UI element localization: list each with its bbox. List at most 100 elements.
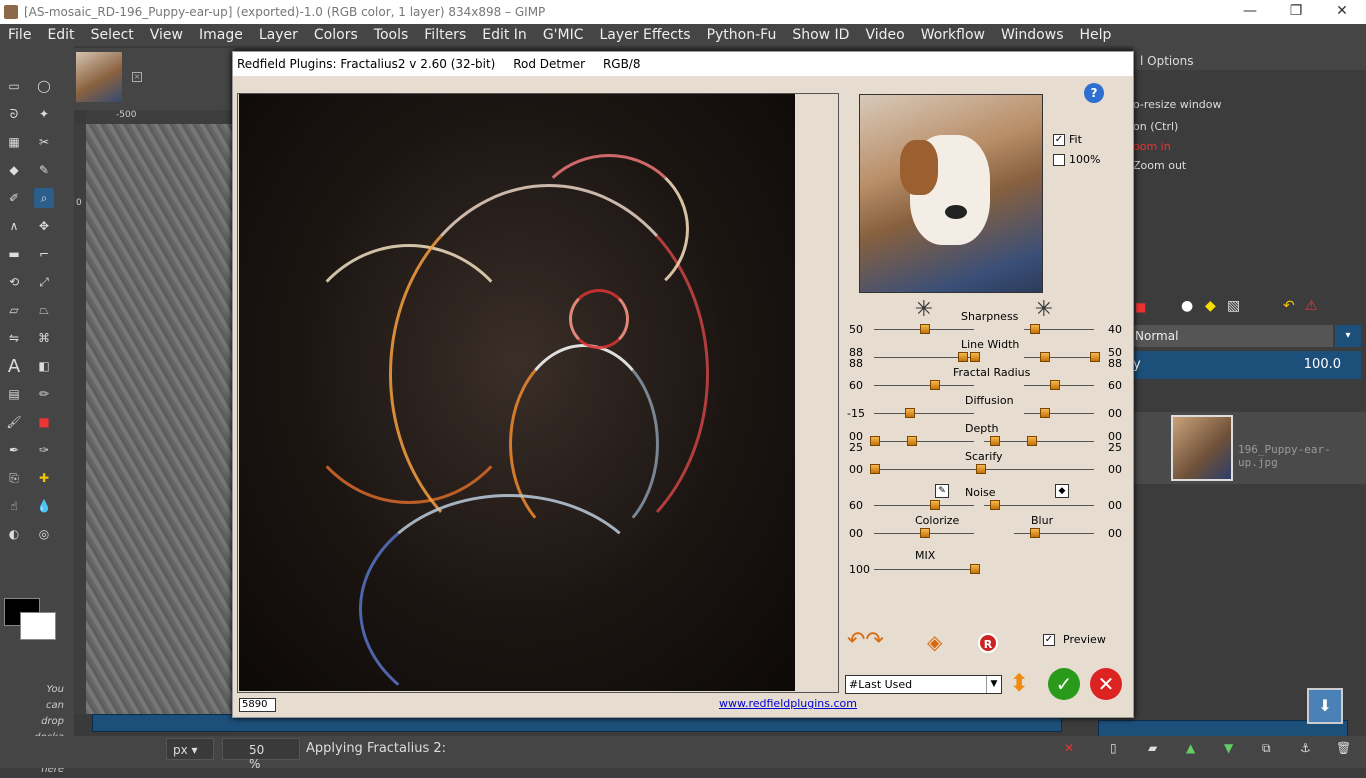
preview-image[interactable] <box>239 94 795 724</box>
undo-icon[interactable]: ↶ <box>1283 298 1295 314</box>
paths-icon[interactable]: ✎ <box>34 160 54 180</box>
dodge-icon[interactable]: ◐ <box>4 524 24 544</box>
fuzzy-select-icon[interactable]: ✦ <box>34 104 54 124</box>
seed-field[interactable]: 5890 <box>239 698 276 712</box>
rotate-icon[interactable]: ⟲ <box>4 272 24 292</box>
duplicate-icon[interactable]: ⧉ <box>1262 738 1271 760</box>
fractal-radius-slider-right[interactable] <box>1050 380 1060 390</box>
ink-icon[interactable]: ✑ <box>34 440 54 460</box>
menu-python-fu[interactable]: Python-Fu <box>699 27 785 43</box>
delete-layer-icon[interactable]: 🗑 <box>1336 738 1351 760</box>
close-button[interactable]: ✕ <box>1319 0 1365 24</box>
color-picker-icon[interactable]: ✐ <box>4 188 24 208</box>
unit-select[interactable]: px ▾ <box>166 738 214 760</box>
gradient-small-icon[interactable]: ▧ <box>1227 298 1240 314</box>
flip-icon[interactable]: ⇋ <box>4 328 24 348</box>
zoom-icon[interactable]: ⌕ <box>34 188 54 208</box>
new-layer-icon[interactable]: ▯ <box>1110 738 1117 760</box>
layer-mode-select[interactable]: Normal <box>1133 325 1333 347</box>
menu-layer-effects[interactable]: Layer Effects <box>592 27 699 43</box>
preview-checkbox[interactable]: ✓ <box>1043 634 1055 646</box>
noise-slider-left[interactable] <box>930 500 940 510</box>
sharpness-slider-left[interactable] <box>920 324 930 334</box>
scarify-slider-left[interactable] <box>870 464 880 474</box>
color-tool-icon[interactable]: ◎ <box>34 524 54 544</box>
scissors-icon[interactable]: ✂ <box>34 132 54 152</box>
depth-slider-4[interactable] <box>1027 436 1037 446</box>
minimize-button[interactable]: — <box>1227 0 1273 24</box>
gradient-icon[interactable]: ▤ <box>4 384 24 404</box>
menu-layer[interactable]: Layer <box>251 27 306 43</box>
diffusion-slider-right[interactable] <box>1040 408 1050 418</box>
blur-slider[interactable] <box>1030 528 1040 538</box>
depth-slider-1[interactable] <box>870 436 880 446</box>
pencil-icon[interactable]: ✏ <box>34 384 54 404</box>
menu-video[interactable]: Video <box>857 27 912 43</box>
menu-colors[interactable]: Colors <box>306 27 366 43</box>
option-resize-window[interactable]: o-resize window <box>1133 98 1222 111</box>
ellipse-select-icon[interactable]: ◯ <box>34 76 54 96</box>
tool-options-tab[interactable]: l Options <box>1133 46 1366 70</box>
menu-workflow[interactable]: Workflow <box>913 27 993 43</box>
option-zoom-in[interactable]: oom in <box>1133 140 1171 153</box>
yellow-icon[interactable]: ◆ <box>1205 298 1216 314</box>
menu-edit[interactable]: Edit <box>39 27 82 43</box>
line-width-slider-2[interactable] <box>970 352 980 362</box>
blur-icon[interactable]: 💧 <box>34 496 54 516</box>
canvas[interactable] <box>86 124 234 714</box>
dock-download-icon[interactable]: ⬇ <box>1307 688 1343 724</box>
menu-tools[interactable]: Tools <box>366 27 417 43</box>
line-width-slider-1[interactable] <box>958 352 968 362</box>
noise-slider-right[interactable] <box>990 500 1000 510</box>
move-icon[interactable]: ✥ <box>34 216 54 236</box>
color-select-icon[interactable]: ▦ <box>4 132 24 152</box>
scale-icon[interactable]: ⤢ <box>34 272 54 292</box>
clone-icon[interactable]: ⎘ <box>4 468 24 488</box>
opacity-spinner[interactable]: y 100.0 <box>1133 351 1361 379</box>
mix-slider[interactable] <box>970 564 980 574</box>
undo-redo-icon[interactable]: ↶↷ <box>847 630 884 652</box>
fit-checkbox[interactable]: ✓ <box>1053 134 1065 146</box>
menu-gmic[interactable]: G'MIC <box>535 27 592 43</box>
airbrush-icon[interactable]: ✒ <box>4 440 24 460</box>
close-tab-icon[interactable]: × <box>132 72 142 82</box>
menu-help[interactable]: Help <box>1072 27 1120 43</box>
crop-icon[interactable]: ⌐ <box>34 244 54 264</box>
colorize-slider[interactable] <box>920 528 930 538</box>
menu-file[interactable]: File <box>0 27 39 43</box>
sharpness-slider-right[interactable] <box>1030 324 1040 334</box>
cancel-button[interactable]: ✕ <box>1090 668 1122 700</box>
sharpness-star-right-icon[interactable]: ✳ <box>1033 299 1055 322</box>
diffusion-slider-left[interactable] <box>905 408 915 418</box>
eraser-icon[interactable]: ■ <box>34 412 54 432</box>
reset-button[interactable]: R <box>978 633 998 653</box>
noise-diamond-icon[interactable]: ◆ <box>1055 484 1069 498</box>
ok-button[interactable]: ✓ <box>1048 668 1080 700</box>
menu-select[interactable]: Select <box>83 27 142 43</box>
restore-button[interactable]: ❐ <box>1273 0 1319 24</box>
image-tab-thumbnail[interactable] <box>76 52 122 102</box>
cancel-progress-icon[interactable]: ✕ <box>1064 738 1074 760</box>
save-preset-icon[interactable]: ⬍ <box>1009 670 1029 696</box>
line-width-slider-4[interactable] <box>1090 352 1100 362</box>
anchor-icon[interactable]: ⚓ <box>1300 738 1311 760</box>
help-button[interactable]: ? <box>1084 83 1104 103</box>
preset-dropdown-icon[interactable]: ▼ <box>986 676 1001 693</box>
circle-icon[interactable]: ● <box>1181 298 1193 314</box>
measure-icon[interactable]: ∧ <box>4 216 24 236</box>
random-icon[interactable]: ◈ <box>927 631 942 653</box>
warning-icon[interactable]: ⚠ <box>1305 298 1318 314</box>
fractal-radius-slider-left[interactable] <box>930 380 940 390</box>
option-ctrl[interactable]: on (Ctrl) <box>1133 120 1178 133</box>
menu-image[interactable]: Image <box>191 27 251 43</box>
menu-edit-in[interactable]: Edit In <box>474 27 535 43</box>
bucket-fill-icon[interactable]: ◧ <box>34 356 54 376</box>
noise-pencil-icon[interactable]: ✎ <box>935 484 949 498</box>
line-width-slider-3[interactable] <box>1040 352 1050 362</box>
lower-icon[interactable]: ▼ <box>1224 738 1233 760</box>
cage-icon[interactable]: ⌘ <box>34 328 54 348</box>
zoom-select[interactable]: 50 % <box>222 738 300 771</box>
paintbrush-icon[interactable]: 🖌 <box>4 412 24 432</box>
scarify-slider-right[interactable] <box>976 464 986 474</box>
menu-windows[interactable]: Windows <box>993 27 1072 43</box>
